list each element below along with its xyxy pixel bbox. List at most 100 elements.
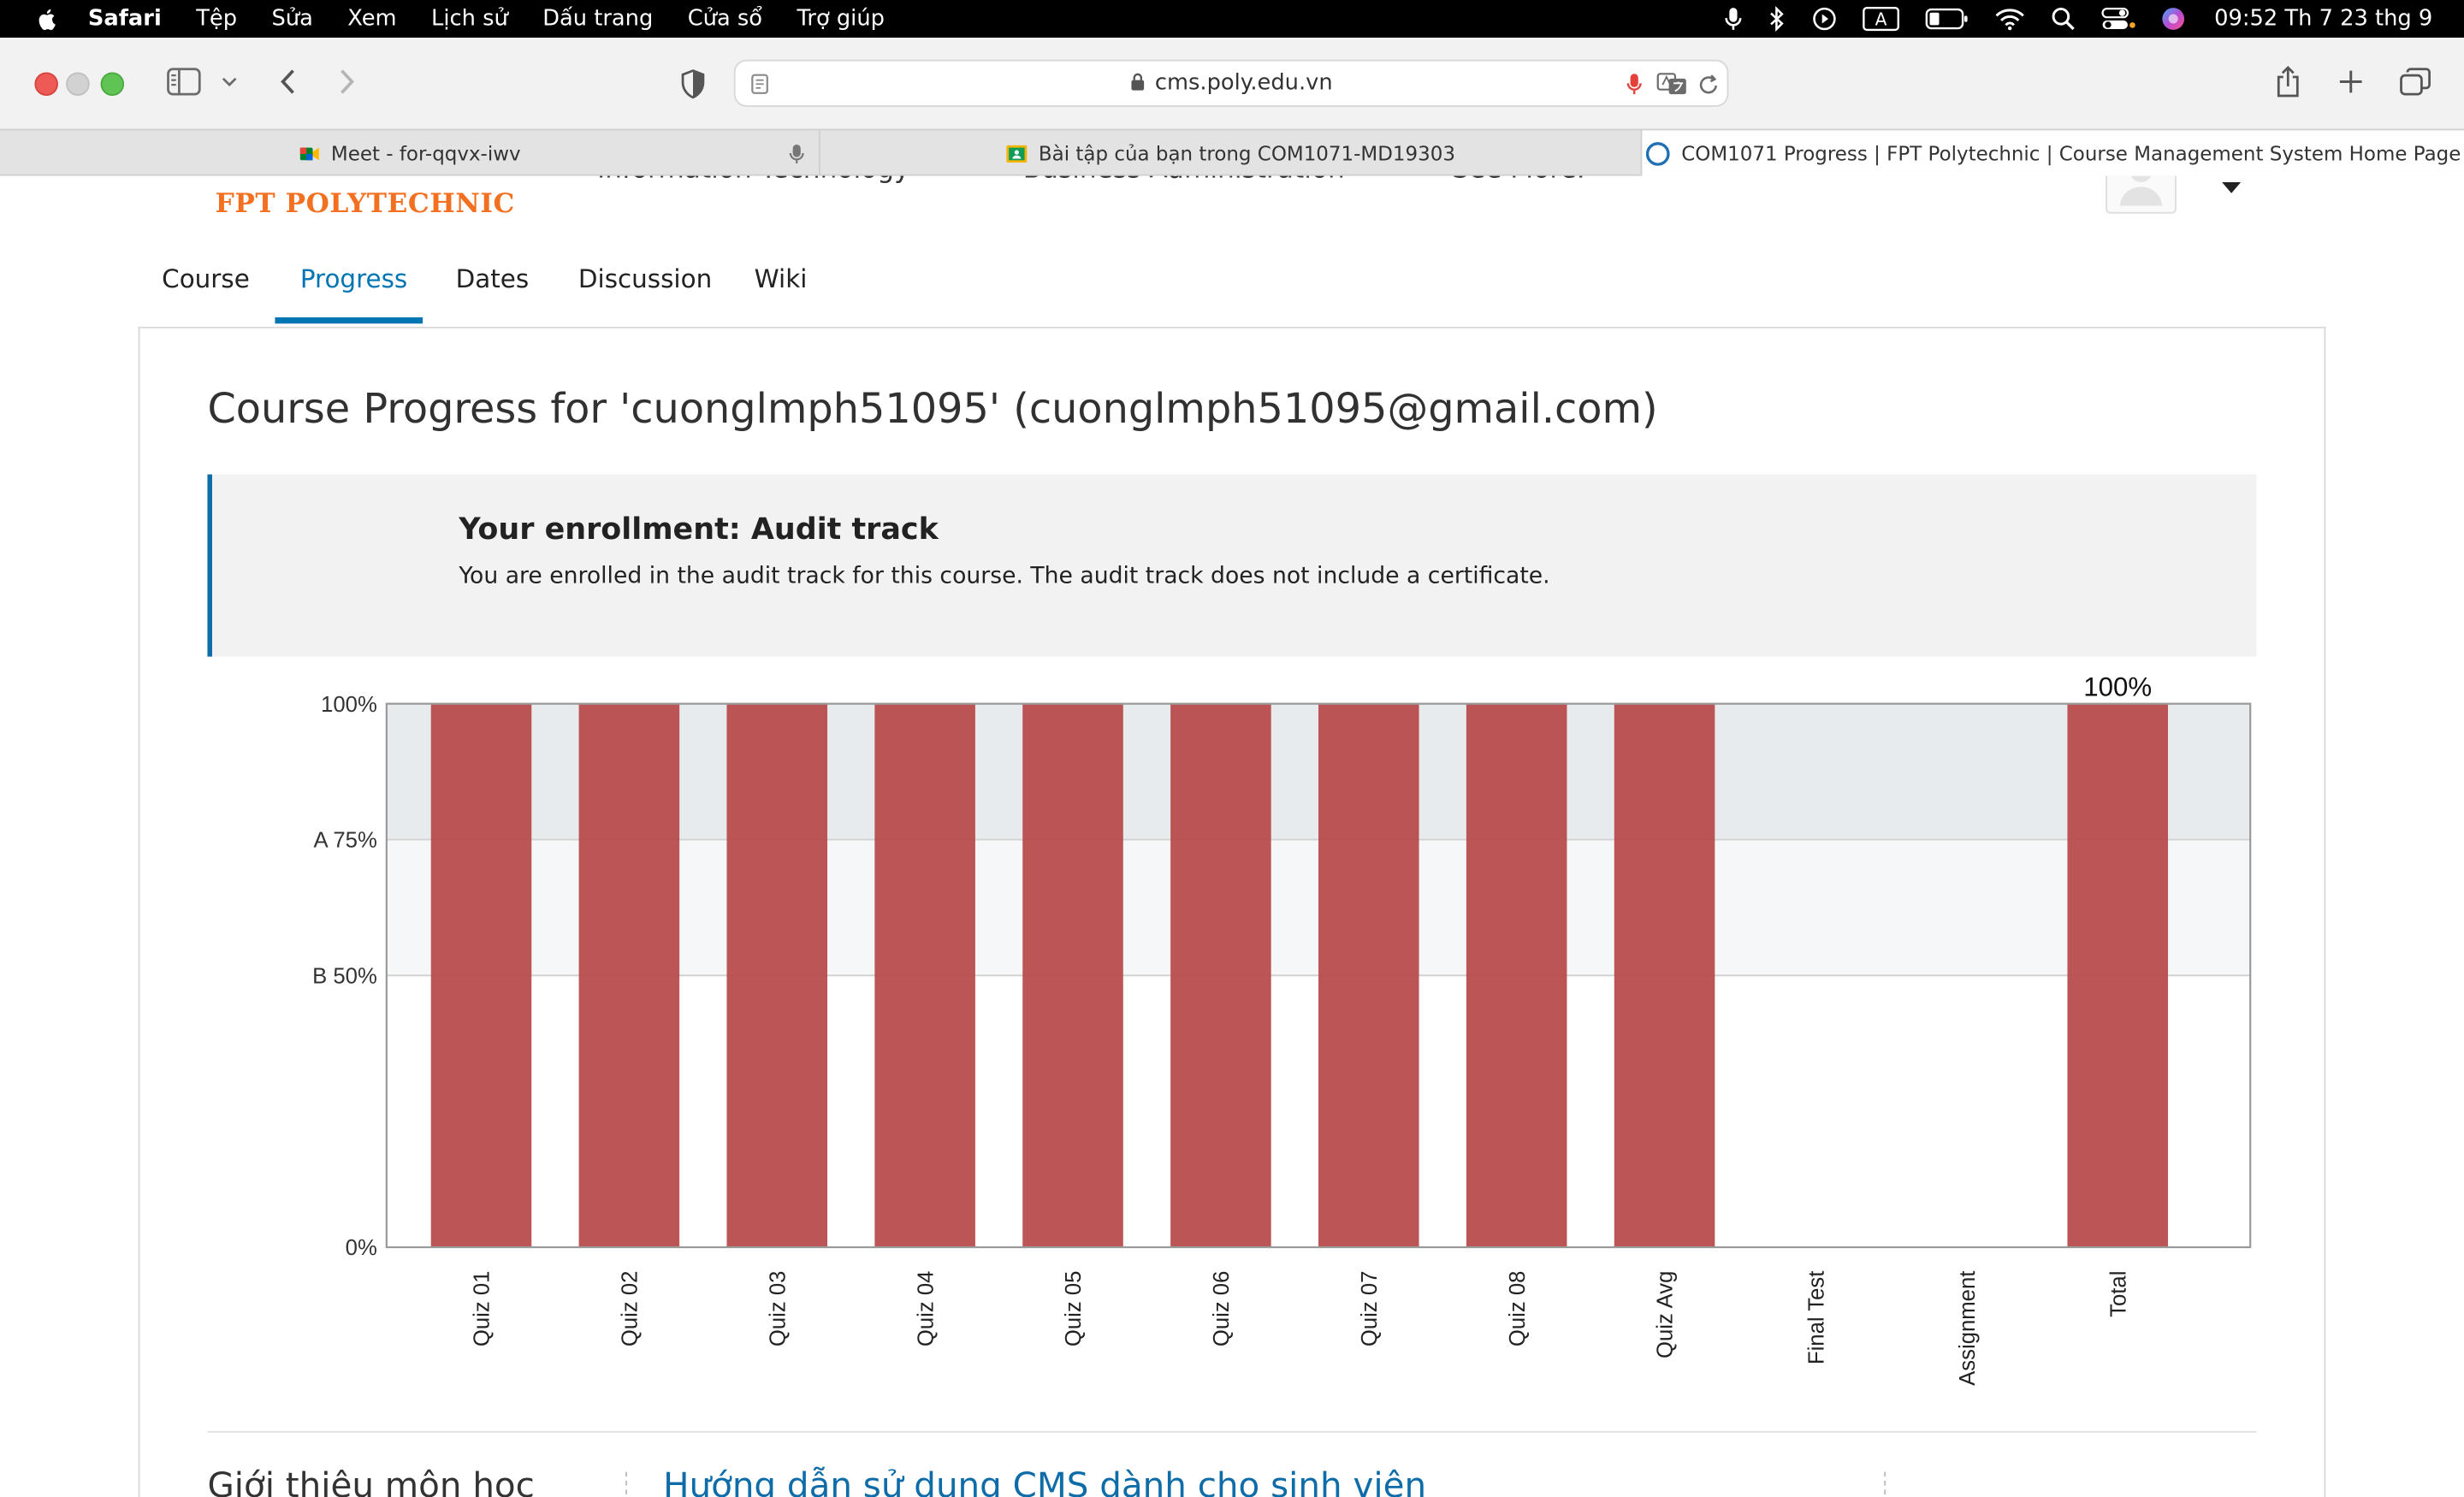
active-tab-indicator — [275, 317, 424, 324]
fpt-polytechnic-logo[interactable]: FPT POLYTECHNIC — [216, 188, 515, 220]
reload-icon[interactable] — [1697, 72, 1720, 96]
forward-arrow-icon[interactable] — [332, 66, 364, 98]
google-classroom-icon — [1006, 144, 1028, 163]
menubar-clock[interactable]: 09:52 Th 7 23 thg 9 — [2214, 6, 2432, 31]
lock-icon — [1131, 73, 1144, 91]
privacy-shield-icon[interactable] — [678, 66, 709, 100]
microphone-icon[interactable] — [1724, 6, 1743, 31]
translate-icon[interactable] — [1655, 71, 1689, 98]
menu-bookmarks[interactable]: Dấu trang — [542, 6, 653, 31]
battery-icon[interactable] — [1925, 8, 1969, 30]
menu-file[interactable]: Tệp — [196, 6, 237, 31]
browser-toolbar: cms.poly.edu.vn — [0, 38, 2464, 129]
column-divider — [625, 1471, 627, 1497]
window-close-button[interactable] — [34, 72, 58, 97]
browser-tab-bar: Meet - for-qqvx-iwv Bài tập của bạn tron… — [0, 128, 2464, 176]
bar-quiz-02 — [578, 703, 680, 1248]
tab-title: COM1071 Progress | FPT Polytechnic | Cou… — [1681, 141, 2461, 165]
window-minimize-button[interactable] — [66, 72, 90, 97]
macos-menubar: Safari Tệp Sửa Xem Lịch sử Dấu trang Cửa… — [0, 0, 2464, 38]
user-menu-caret-icon[interactable] — [2222, 182, 2242, 195]
tab-course[interactable]: Course — [162, 264, 250, 294]
y-tick-label: A 75% — [313, 829, 376, 853]
menubar-status-area: A 09:52 Th 7 23 thg 9 — [1699, 0, 2432, 38]
tab-dates[interactable]: Dates — [456, 264, 530, 294]
column-divider — [1884, 1471, 1886, 1497]
chevron-down-icon[interactable] — [218, 72, 240, 91]
bar-total — [2067, 703, 2169, 1248]
tab-title: Bài tập của bạn trong COM1071-MD19303 — [1038, 141, 1455, 165]
bar-quiz-06 — [1170, 703, 1271, 1248]
user-silhouette-icon — [2119, 175, 2163, 206]
share-icon[interactable] — [2271, 62, 2305, 100]
x-tick-label: Quiz 08 — [1506, 1271, 1530, 1347]
loading-circle-icon — [1645, 141, 1670, 165]
enrollment-text: You are enrolled in the audit track for … — [459, 564, 1550, 589]
spotlight-search-icon[interactable] — [2051, 6, 2076, 31]
enrollment-notice: Your enrollment: Audit track You are enr… — [207, 474, 2257, 657]
menu-help[interactable]: Trợ giúp — [797, 6, 885, 31]
bar-quiz-04 — [874, 703, 975, 1248]
window-zoom-button[interactable] — [100, 72, 125, 97]
wifi-icon[interactable] — [1994, 6, 2026, 31]
web-page: FPT POLYTECHNIC Information Technology B… — [0, 175, 2464, 1497]
user-avatar[interactable] — [2106, 175, 2177, 214]
input-source-icon[interactable]: A — [1863, 6, 1900, 32]
url-domain: cms.poly.edu.vn — [1154, 70, 1333, 97]
now-playing-icon[interactable] — [1812, 6, 1837, 31]
siri-icon[interactable] — [2161, 6, 2186, 31]
x-tick-label: Total — [2106, 1271, 2130, 1317]
section-divider — [207, 1430, 2257, 1433]
menu-edit[interactable]: Sửa — [271, 6, 312, 31]
y-tick-label: B 50% — [312, 965, 377, 989]
x-tick-label: Quiz 01 — [471, 1271, 495, 1347]
tab-discussion[interactable]: Discussion — [578, 264, 712, 294]
bar-quiz-avg — [1614, 703, 1715, 1248]
page-title: Course Progress for 'cuonglmph51095' (cu… — [207, 386, 1658, 434]
browser-tab-meet[interactable]: Meet - for-qqvx-iwv — [0, 130, 820, 176]
tab-audio-mic-icon[interactable] — [789, 143, 804, 165]
x-tick-label: Quiz 03 — [766, 1271, 790, 1347]
url-text: cms.poly.edu.vn — [736, 71, 1727, 96]
menu-window[interactable]: Cửa sổ — [688, 6, 762, 31]
tab-overview-icon[interactable] — [2398, 66, 2432, 98]
control-center-icon[interactable] — [2101, 6, 2135, 31]
bar-quiz-03 — [726, 703, 828, 1248]
x-tick-label: Assignment — [1956, 1271, 1980, 1386]
topnav-see-more[interactable]: See More. — [1452, 176, 1585, 186]
menu-view[interactable]: Xem — [347, 6, 396, 31]
bluetooth-icon[interactable] — [1768, 6, 1786, 32]
new-tab-plus-icon[interactable] — [2335, 66, 2366, 98]
x-tick-label: Quiz 07 — [1358, 1271, 1382, 1347]
browser-tab-cms-progress[interactable]: COM1071 Progress | FPT Polytechnic | Cou… — [1642, 130, 2464, 176]
x-tick-label: Quiz 06 — [1210, 1271, 1234, 1347]
topnav-business-administration[interactable]: Business Administration — [1023, 176, 1345, 186]
tab-progress[interactable]: Progress — [300, 264, 407, 294]
menu-history[interactable]: Lịch sử — [431, 6, 508, 31]
topnav-information-technology[interactable]: Information Technology — [597, 176, 910, 186]
y-tick-label: 100% — [321, 693, 377, 717]
voice-input-mic-icon[interactable] — [1625, 71, 1644, 98]
y-tick-label: 0% — [346, 1236, 377, 1260]
cms-guide-link[interactable]: Hướng dẫn sử dụng CMS dành cho sinh viên — [663, 1467, 1426, 1497]
tab-title: Meet - for-qqvx-iwv — [330, 141, 521, 165]
google-meet-icon — [299, 146, 319, 160]
screen: Safari Tệp Sửa Xem Lịch sử Dấu trang Cửa… — [0, 0, 2464, 1497]
browser-tab-classroom[interactable]: Bài tập của bạn trong COM1071-MD19303 — [820, 130, 1643, 176]
x-tick-label: Quiz 04 — [914, 1271, 938, 1347]
menu-app-name[interactable]: Safari — [88, 6, 162, 31]
tab-wiki[interactable]: Wiki — [755, 264, 808, 294]
back-arrow-icon[interactable] — [272, 66, 304, 98]
sidebar-toggle-icon[interactable] — [165, 66, 203, 98]
enrollment-heading: Your enrollment: Audit track — [459, 512, 939, 547]
section-heading-course-intro: Giới thiệu môn học — [207, 1467, 535, 1497]
x-tick-label: Quiz Avg — [1654, 1271, 1678, 1358]
x-tick-label: Final Test — [1804, 1271, 1828, 1365]
bar-quiz-05 — [1022, 703, 1123, 1248]
x-tick-label: Quiz 05 — [1062, 1271, 1086, 1347]
apple-logo-icon[interactable] — [34, 6, 59, 31]
bar-quiz-01 — [430, 703, 532, 1248]
total-value-label: 100% — [2083, 676, 2152, 702]
address-bar[interactable]: cms.poly.edu.vn — [733, 59, 1729, 107]
grade-progress-chart: Quiz 01 Quiz 02 Quiz 03 Quiz 04 Quiz 05 Quiz … — [312, 676, 2252, 1386]
